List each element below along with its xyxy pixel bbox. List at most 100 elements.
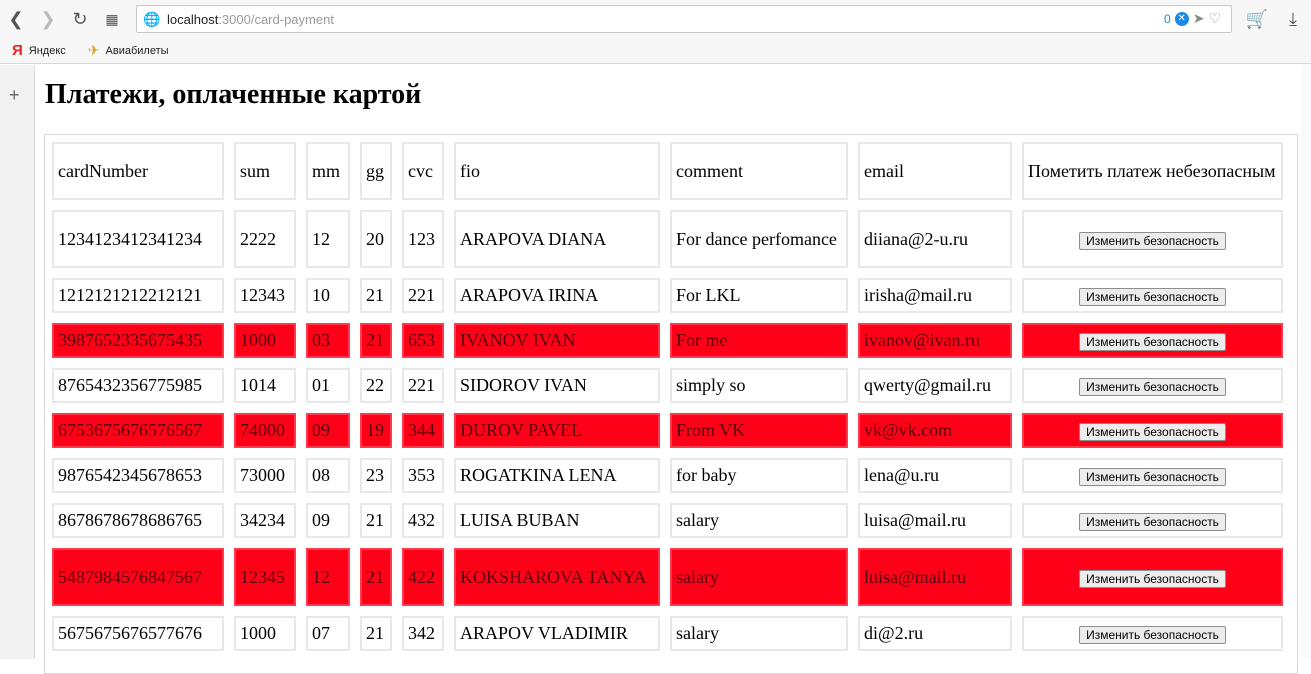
cell-action: Изменить безопасность	[1022, 458, 1283, 493]
table-row-unsafe: 3987652335675435 1000 03 21 653 IVANOV IVAN Fo…	[52, 323, 1283, 358]
cell-gg: 19	[360, 413, 392, 448]
cell-cvc: 344	[402, 413, 444, 448]
cell-email: lena@u.ru	[858, 458, 1012, 493]
change-safety-button[interactable]: Изменить безопасность	[1079, 569, 1226, 588]
cell-mm: 08	[306, 458, 350, 493]
cell-gg: 20	[360, 210, 392, 268]
download-icon[interactable]: ⤓	[1275, 5, 1311, 33]
cell-cardnumber: 9876542345678653	[52, 458, 224, 493]
cell-cvc: 432	[402, 503, 444, 538]
cell-mm: 12	[306, 548, 350, 606]
forward-icon[interactable]: ❯	[34, 5, 62, 33]
url-host: localhost	[167, 11, 219, 27]
cell-action: Изменить безопасность	[1022, 616, 1283, 651]
cell-action: Изменить безопасность	[1022, 413, 1283, 448]
cell-fio: IVANOV IVAN	[454, 323, 660, 358]
table-row-unsafe: 5487984576847567 12345 12 21 422 KOKSHAROVA T…	[52, 548, 1283, 606]
cell-action: Изменить безопасность	[1022, 278, 1283, 313]
cell-email: luisa@mail.ru	[858, 548, 1012, 606]
payments-table: cardNumber sum mm gg cvc fio comment ema…	[42, 132, 1293, 661]
change-safety-button[interactable]: Изменить безопасность	[1079, 288, 1226, 306]
header-row: cardNumber sum mm gg cvc fio comment ema…	[52, 142, 1283, 200]
header-cell: email	[858, 142, 1012, 200]
header-cell: mm	[306, 142, 350, 200]
cell-comment: salary	[670, 616, 848, 651]
cell-sum: 1000	[234, 323, 296, 358]
bookmark-label: Авиабилеты	[105, 44, 169, 57]
cell-fio: LUISA BUBAN	[454, 503, 660, 538]
reload-icon[interactable]: ↻	[66, 5, 94, 33]
table-row-unsafe: 6753675676576567 74000 09 19 344 DUROV PAVEL F…	[52, 413, 1283, 448]
cell-action: Изменить безопасность	[1022, 210, 1283, 268]
change-safety-button[interactable]: Изменить безопасность	[1079, 513, 1226, 531]
bookmark-yandex[interactable]: Я Яндекс	[0, 42, 76, 59]
bookmarks-bar: Я Яндекс ✈ Авиабилеты	[0, 38, 1311, 64]
tabs-grid-icon[interactable]: ▦	[98, 5, 126, 33]
cell-gg: 21	[360, 278, 392, 313]
page-title: Платежи, оплаченные картой	[45, 79, 422, 110]
cart-icon[interactable]: 🛒	[1239, 5, 1275, 33]
header-cell: gg	[360, 142, 392, 200]
scrollbar[interactable]	[1301, 65, 1311, 659]
cell-fio: SIDOROV IVAN	[454, 368, 660, 403]
cell-fio: ARAPOVA IRINA	[454, 278, 660, 313]
cell-mm: 03	[306, 323, 350, 358]
cell-fio: ROGATKINA LENA	[454, 458, 660, 493]
cell-fio: ARAPOV VLADIMIR	[454, 616, 660, 651]
cell-mm: 09	[306, 413, 350, 448]
browser-sidebar: +	[0, 65, 35, 659]
header-cell: fio	[454, 142, 660, 200]
cell-gg: 21	[360, 503, 392, 538]
table-row: 5675675676577676 1000 07 21 342 ARAPOV VLADIM…	[52, 616, 1283, 651]
cell-comment: For dance perfomance	[670, 210, 848, 268]
adblock-icon[interactable]: ✕	[1174, 11, 1189, 26]
cell-comment: simply so	[670, 368, 848, 403]
back-icon[interactable]: ❮	[2, 5, 30, 33]
header-cell: cardNumber	[52, 142, 224, 200]
change-safety-button[interactable]: Изменить безопасность	[1079, 378, 1226, 396]
cell-action: Изменить безопасность	[1022, 323, 1283, 358]
cell-cvc: 342	[402, 616, 444, 651]
change-safety-button[interactable]: Изменить безопасность	[1079, 423, 1226, 441]
cell-cardnumber: 5487984576847567	[52, 548, 224, 606]
cell-cardnumber: 6753675676576567	[52, 413, 224, 448]
heart-icon[interactable]: ♡	[1208, 10, 1221, 27]
cell-sum: 12345	[234, 548, 296, 606]
cell-sum: 73000	[234, 458, 296, 493]
cell-cardnumber: 8678678678686765	[52, 503, 224, 538]
change-safety-button[interactable]: Изменить безопасность	[1079, 626, 1226, 644]
cell-email: di@2.ru	[858, 616, 1012, 651]
change-safety-button[interactable]: Изменить безопасность	[1079, 333, 1226, 351]
header-cell: sum	[234, 142, 296, 200]
cell-sum: 74000	[234, 413, 296, 448]
change-safety-button[interactable]: Изменить безопасность	[1079, 468, 1226, 486]
toolbar-right: 🛒 ⤓	[1239, 5, 1311, 33]
cell-mm: 01	[306, 368, 350, 403]
cell-email: irisha@mail.ru	[858, 278, 1012, 313]
cell-comment: salary	[670, 548, 848, 606]
cell-fio: DUROV PAVEL	[454, 413, 660, 448]
cell-cvc: 221	[402, 368, 444, 403]
cell-cvc: 353	[402, 458, 444, 493]
bookmark-flights[interactable]: ✈ Авиабилеты	[76, 42, 179, 59]
send-icon[interactable]: ➤	[1193, 10, 1205, 27]
cell-cardnumber: 3987652335675435	[52, 323, 224, 358]
cell-sum: 1014	[234, 368, 296, 403]
globe-icon: 🌐	[143, 10, 161, 27]
cell-cardnumber: 8765432356775985	[52, 368, 224, 403]
browser-toolbar: ❮ ❯ ↻ ▦ 🌐 localhost:3000/card-payment 0 …	[0, 0, 1311, 38]
badge-count: 0	[1164, 11, 1171, 26]
yandex-icon: Я	[12, 42, 23, 59]
cell-email: vk@vk.com	[858, 413, 1012, 448]
cell-gg: 21	[360, 548, 392, 606]
add-panel-icon[interactable]: +	[9, 85, 20, 106]
change-safety-button[interactable]: Изменить безопасность	[1079, 231, 1226, 250]
address-bar[interactable]: 🌐 localhost:3000/card-payment 0 ✕ ➤ ♡	[136, 5, 1232, 33]
url-path: :3000/card-payment	[218, 11, 334, 27]
cell-gg: 22	[360, 368, 392, 403]
bookmark-label: Яндекс	[28, 44, 66, 57]
payments-table-container: cardNumber sum mm gg cvc fio comment ema…	[44, 134, 1298, 674]
cell-cvc: 422	[402, 548, 444, 606]
cell-cvc: 653	[402, 323, 444, 358]
cell-sum: 12343	[234, 278, 296, 313]
